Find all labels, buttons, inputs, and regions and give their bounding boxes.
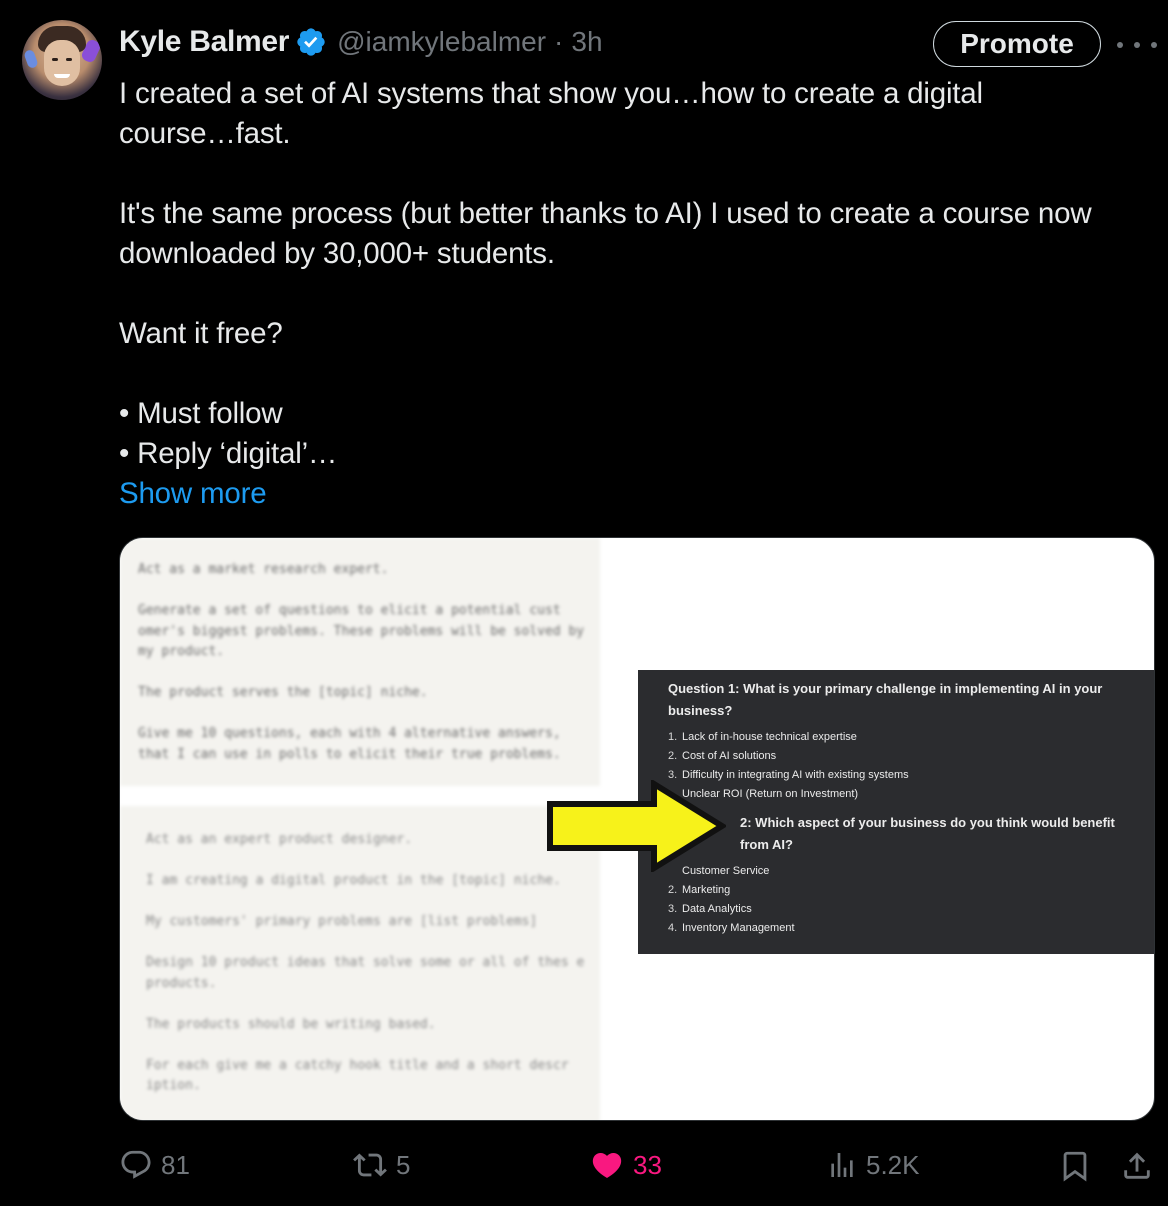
like-button[interactable]: 33 xyxy=(589,1148,662,1182)
blurred-prompt-top: Act as a market research expert. Generat… xyxy=(120,538,600,786)
question-1: Question 1: What is your primary challen… xyxy=(668,681,1103,718)
author-header: Kyle Balmer @iamkylebalmer · 3h xyxy=(119,22,603,62)
tweet-line: course…fast. xyxy=(119,117,291,150)
repost-count: 5 xyxy=(396,1149,411,1180)
verified-badge-icon xyxy=(297,28,325,56)
post-time[interactable]: 3h xyxy=(571,26,602,58)
reply-button[interactable]: 81 xyxy=(119,1148,190,1182)
blurred-text: Design 10 product ideas that solve some … xyxy=(146,955,585,991)
repost-icon xyxy=(353,1153,387,1177)
author-avatar[interactable] xyxy=(22,20,102,100)
option-item: 1. Lack of in-house technical expertise xyxy=(668,731,857,743)
blurred-text: The products should be writing based. xyxy=(146,1016,436,1032)
option-item: Customer Service xyxy=(682,865,770,877)
blurred-text: My customers' primary problems are [list… xyxy=(146,914,538,929)
blurred-prompt-bottom: Act as an expert product designer. I am … xyxy=(120,806,600,1120)
author-handle[interactable]: @iamkylebalmer xyxy=(337,26,546,58)
show-more-link[interactable]: Show more xyxy=(119,474,1159,514)
option-item: 3. Data Analytics xyxy=(668,903,752,915)
question-1-options: 1. Lack of in-house technical expertise 2… xyxy=(668,728,1154,804)
views-icon xyxy=(831,1153,853,1177)
views-count: 5.2K xyxy=(866,1149,920,1180)
blurred-text: For each give me a catchy hook title and… xyxy=(146,1057,569,1094)
blurred-text: The product serves the [topic] niche. xyxy=(138,685,428,700)
tweet-line: It's the same process (but better thanks… xyxy=(119,197,1092,230)
tweet-text: I created a set of AI systems that show … xyxy=(119,74,1159,514)
share-icon xyxy=(1124,1152,1150,1179)
heart-icon xyxy=(592,1152,622,1178)
blurred-text: Generate a set of questions to elicit a … xyxy=(138,603,585,659)
blurred-text: Act as a market research expert. xyxy=(138,562,389,577)
promote-button[interactable]: Promote xyxy=(933,21,1101,67)
tweet-line: I created a set of AI systems that show … xyxy=(119,77,983,110)
separator-dot: · xyxy=(554,26,564,57)
option-item: Unclear ROI (Return on Investment) xyxy=(682,788,859,800)
option-item: 2. Cost of AI solutions xyxy=(668,750,777,762)
author-name[interactable]: Kyle Balmer xyxy=(119,25,289,59)
tweet-line: • Must follow xyxy=(119,397,283,430)
bookmark-icon xyxy=(1063,1151,1087,1182)
like-count: 33 xyxy=(633,1149,662,1180)
views-button[interactable]: 5.2K xyxy=(826,1148,920,1182)
option-item: 2. Marketing xyxy=(668,884,731,896)
blurred-text: I am creating a digital product in the [… xyxy=(146,873,561,888)
question-2-options: Customer Service 2. Marketing 3. Data Anal… xyxy=(668,862,1154,938)
reply-count: 81 xyxy=(161,1149,190,1180)
blurred-text: Act as an expert product designer. xyxy=(146,832,413,847)
repost-button[interactable]: 5 xyxy=(352,1148,410,1182)
tweet-line: Want it free? xyxy=(119,317,283,350)
share-button[interactable] xyxy=(1120,1148,1154,1184)
post-image[interactable]: Act as a market research expert. Generat… xyxy=(119,537,1155,1121)
yellow-arrow-icon xyxy=(547,780,726,872)
action-bar: 81 5 33 5.2K xyxy=(0,1140,1168,1196)
question-2: 2: Which aspect of your business do you … xyxy=(740,815,1115,852)
tweet-line: • Reply ‘digital’… xyxy=(119,437,338,470)
reply-icon xyxy=(121,1150,151,1179)
option-item: 3. Difficulty in integrating AI with exis… xyxy=(668,769,909,781)
blurred-text: Give me 10 questions, each with 4 altern… xyxy=(138,726,561,762)
tweet-line: downloaded by 30,000+ students. xyxy=(119,237,555,270)
option-item: 4. Inventory Management xyxy=(668,922,795,934)
bookmark-button[interactable] xyxy=(1058,1148,1092,1184)
more-icon[interactable] xyxy=(1117,30,1157,60)
